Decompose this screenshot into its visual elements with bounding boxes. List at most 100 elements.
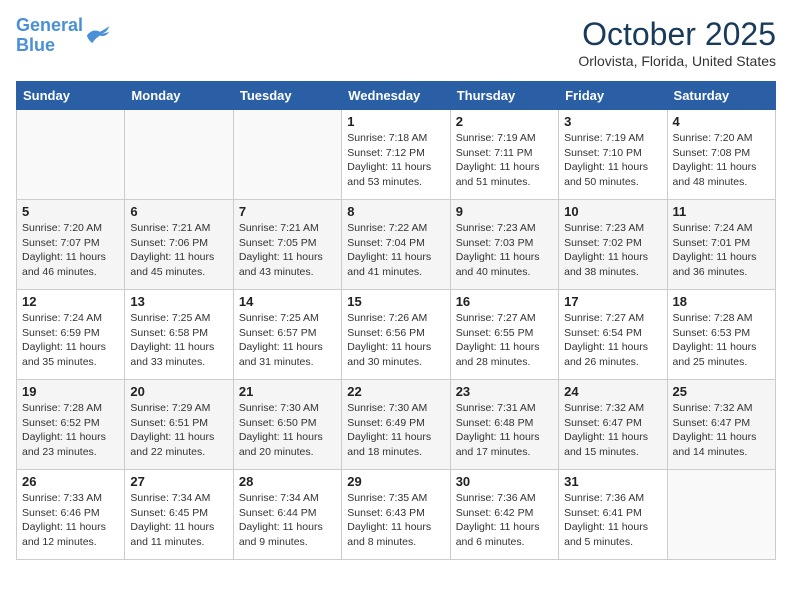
title-block: October 2025 Orlovista, Florida, United … xyxy=(578,16,776,69)
location: Orlovista, Florida, United States xyxy=(578,53,776,69)
weekday-header-friday: Friday xyxy=(559,82,667,110)
day-info: Sunrise: 7:28 AMSunset: 6:52 PMDaylight:… xyxy=(22,401,119,460)
calendar-cell: 22 Sunrise: 7:30 AMSunset: 6:49 PMDayligh… xyxy=(342,380,450,470)
calendar-cell: 9 Sunrise: 7:23 AMSunset: 7:03 PMDaylight… xyxy=(450,200,558,290)
logo-bird-icon xyxy=(85,24,113,48)
calendar-cell: 20 Sunrise: 7:29 AMSunset: 6:51 PMDayligh… xyxy=(125,380,233,470)
weekday-header-wednesday: Wednesday xyxy=(342,82,450,110)
calendar-cell: 31Sunrise: 7:36 AMSunset: 6:41 PMDayligh… xyxy=(559,470,667,560)
day-number: 21 xyxy=(239,384,336,399)
day-number: 16 xyxy=(456,294,553,309)
day-number: 8 xyxy=(347,204,444,219)
day-info: Sunrise: 7:22 AMSunset: 7:04 PMDaylight:… xyxy=(347,221,444,280)
day-info: Sunrise: 7:32 AMSunset: 6:47 PMDaylight:… xyxy=(564,401,661,460)
logo-text: GeneralBlue xyxy=(16,16,83,56)
day-info: Sunrise: 7:35 AMSunset: 6:43 PMDaylight:… xyxy=(347,491,444,550)
day-number: 3 xyxy=(564,114,661,129)
day-number: 24 xyxy=(564,384,661,399)
calendar-cell: 8 Sunrise: 7:22 AMSunset: 7:04 PMDaylight… xyxy=(342,200,450,290)
day-number: 23 xyxy=(456,384,553,399)
day-number: 10 xyxy=(564,204,661,219)
day-info: Sunrise: 7:34 AMSunset: 6:44 PMDaylight:… xyxy=(239,491,336,550)
calendar-cell: 26Sunrise: 7:33 AMSunset: 6:46 PMDayligh… xyxy=(17,470,125,560)
month-title: October 2025 xyxy=(578,16,776,53)
day-info: Sunrise: 7:24 AMSunset: 7:01 PMDaylight:… xyxy=(673,221,770,280)
day-info: Sunrise: 7:28 AMSunset: 6:53 PMDaylight:… xyxy=(673,311,770,370)
day-info: Sunrise: 7:23 AMSunset: 7:03 PMDaylight:… xyxy=(456,221,553,280)
day-info: Sunrise: 7:30 AMSunset: 6:50 PMDaylight:… xyxy=(239,401,336,460)
day-info: Sunrise: 7:29 AMSunset: 6:51 PMDaylight:… xyxy=(130,401,227,460)
day-number: 12 xyxy=(22,294,119,309)
day-info: Sunrise: 7:25 AMSunset: 6:57 PMDaylight:… xyxy=(239,311,336,370)
day-info: Sunrise: 7:27 AMSunset: 6:54 PMDaylight:… xyxy=(564,311,661,370)
day-info: Sunrise: 7:21 AMSunset: 7:05 PMDaylight:… xyxy=(239,221,336,280)
day-number: 28 xyxy=(239,474,336,489)
calendar-cell: 24 Sunrise: 7:32 AMSunset: 6:47 PMDayligh… xyxy=(559,380,667,470)
day-number: 19 xyxy=(22,384,119,399)
weekday-header-tuesday: Tuesday xyxy=(233,82,341,110)
calendar-cell: 3 Sunrise: 7:19 AMSunset: 7:10 PMDaylight… xyxy=(559,110,667,200)
day-number: 27 xyxy=(130,474,227,489)
day-info: Sunrise: 7:21 AMSunset: 7:06 PMDaylight:… xyxy=(130,221,227,280)
logo: GeneralBlue xyxy=(16,16,113,56)
day-info: Sunrise: 7:19 AMSunset: 7:10 PMDaylight:… xyxy=(564,131,661,190)
calendar-cell: 21 Sunrise: 7:30 AMSunset: 6:50 PMDayligh… xyxy=(233,380,341,470)
calendar-cell: 15 Sunrise: 7:26 AMSunset: 6:56 PMDayligh… xyxy=(342,290,450,380)
calendar-cell: 5Sunrise: 7:20 AMSunset: 7:07 PMDaylight… xyxy=(17,200,125,290)
calendar-cell: 25Sunrise: 7:32 AMSunset: 6:47 PMDayligh… xyxy=(667,380,775,470)
calendar-table: SundayMondayTuesdayWednesdayThursdayFrid… xyxy=(16,81,776,560)
day-number: 18 xyxy=(673,294,770,309)
calendar-week-row: 1 Sunrise: 7:18 AMSunset: 7:12 PMDaylight… xyxy=(17,110,776,200)
day-info: Sunrise: 7:24 AMSunset: 6:59 PMDaylight:… xyxy=(22,311,119,370)
calendar-cell: 11 Sunrise: 7:24 AMSunset: 7:01 PMDayligh… xyxy=(667,200,775,290)
day-info: Sunrise: 7:31 AMSunset: 6:48 PMDaylight:… xyxy=(456,401,553,460)
day-info: Sunrise: 7:20 AMSunset: 7:08 PMDaylight:… xyxy=(673,131,770,190)
calendar-cell: 2Sunrise: 7:19 AMSunset: 7:11 PMDaylight… xyxy=(450,110,558,200)
day-number: 11 xyxy=(673,204,770,219)
day-info: Sunrise: 7:25 AMSunset: 6:58 PMDaylight:… xyxy=(130,311,227,370)
calendar-cell: 10 Sunrise: 7:23 AMSunset: 7:02 PMDayligh… xyxy=(559,200,667,290)
day-info: Sunrise: 7:18 AMSunset: 7:12 PMDaylight:… xyxy=(347,131,444,190)
calendar-cell xyxy=(233,110,341,200)
day-number: 13 xyxy=(130,294,227,309)
day-number: 7 xyxy=(239,204,336,219)
day-number: 22 xyxy=(347,384,444,399)
day-number: 26 xyxy=(22,474,119,489)
day-info: Sunrise: 7:32 AMSunset: 6:47 PMDaylight:… xyxy=(673,401,770,460)
weekday-header-thursday: Thursday xyxy=(450,82,558,110)
day-info: Sunrise: 7:36 AMSunset: 6:42 PMDaylight:… xyxy=(456,491,553,550)
day-number: 5 xyxy=(22,204,119,219)
day-number: 1 xyxy=(347,114,444,129)
calendar-cell xyxy=(17,110,125,200)
calendar-cell: 14 Sunrise: 7:25 AMSunset: 6:57 PMDayligh… xyxy=(233,290,341,380)
day-number: 6 xyxy=(130,204,227,219)
calendar-cell: 19 Sunrise: 7:28 AMSunset: 6:52 PMDayligh… xyxy=(17,380,125,470)
calendar-cell: 12 Sunrise: 7:24 AMSunset: 6:59 PMDayligh… xyxy=(17,290,125,380)
day-info: Sunrise: 7:19 AMSunset: 7:11 PMDaylight:… xyxy=(456,131,553,190)
day-info: Sunrise: 7:23 AMSunset: 7:02 PMDaylight:… xyxy=(564,221,661,280)
calendar-cell: 1 Sunrise: 7:18 AMSunset: 7:12 PMDaylight… xyxy=(342,110,450,200)
day-info: Sunrise: 7:30 AMSunset: 6:49 PMDaylight:… xyxy=(347,401,444,460)
calendar-cell xyxy=(667,470,775,560)
day-number: 9 xyxy=(456,204,553,219)
day-number: 14 xyxy=(239,294,336,309)
day-info: Sunrise: 7:34 AMSunset: 6:45 PMDaylight:… xyxy=(130,491,227,550)
calendar-week-row: 5Sunrise: 7:20 AMSunset: 7:07 PMDaylight… xyxy=(17,200,776,290)
calendar-cell: 7 Sunrise: 7:21 AMSunset: 7:05 PMDaylight… xyxy=(233,200,341,290)
day-number: 29 xyxy=(347,474,444,489)
calendar-week-row: 19 Sunrise: 7:28 AMSunset: 6:52 PMDayligh… xyxy=(17,380,776,470)
day-info: Sunrise: 7:26 AMSunset: 6:56 PMDaylight:… xyxy=(347,311,444,370)
day-number: 20 xyxy=(130,384,227,399)
calendar-cell: 28 Sunrise: 7:34 AMSunset: 6:44 PMDayligh… xyxy=(233,470,341,560)
calendar-cell: 23 Sunrise: 7:31 AMSunset: 6:48 PMDayligh… xyxy=(450,380,558,470)
calendar-cell: 17Sunrise: 7:27 AMSunset: 6:54 PMDayligh… xyxy=(559,290,667,380)
calendar-header-row: SundayMondayTuesdayWednesdayThursdayFrid… xyxy=(17,82,776,110)
weekday-header-saturday: Saturday xyxy=(667,82,775,110)
weekday-header-monday: Monday xyxy=(125,82,233,110)
calendar-cell: 29 Sunrise: 7:35 AMSunset: 6:43 PMDayligh… xyxy=(342,470,450,560)
weekday-header-sunday: Sunday xyxy=(17,82,125,110)
day-info: Sunrise: 7:36 AMSunset: 6:41 PMDaylight:… xyxy=(564,491,661,550)
day-info: Sunrise: 7:27 AMSunset: 6:55 PMDaylight:… xyxy=(456,311,553,370)
calendar-cell: 30Sunrise: 7:36 AMSunset: 6:42 PMDayligh… xyxy=(450,470,558,560)
day-number: 15 xyxy=(347,294,444,309)
